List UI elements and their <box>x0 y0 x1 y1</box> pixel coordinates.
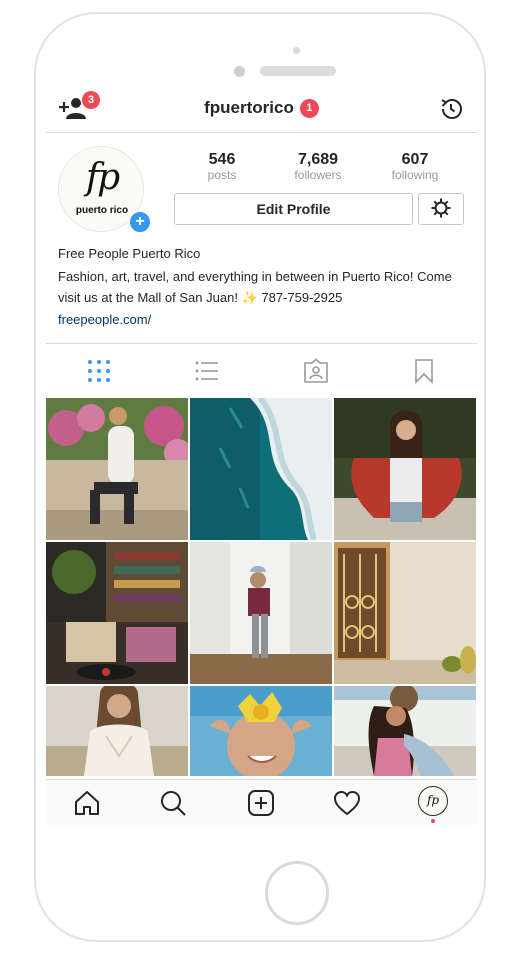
grid-post[interactable] <box>46 398 188 540</box>
grid-post[interactable] <box>46 686 188 776</box>
post-image <box>46 686 188 776</box>
username-notification-badge: 1 <box>299 99 319 118</box>
avatar-logo-script: fp <box>85 157 120 198</box>
phone-home-button[interactable] <box>265 861 329 925</box>
profile-view-tabs <box>46 343 477 397</box>
stat-posts-label: posts <box>207 168 237 182</box>
grid-post[interactable] <box>190 686 332 776</box>
app-screen: 3 fpuertorico 1 fp puerto rico + 546 post… <box>46 88 477 825</box>
heart-icon[interactable] <box>332 788 362 818</box>
top-bar: 3 fpuertorico 1 <box>46 88 477 133</box>
bio-name: Free People Puerto Rico <box>58 246 201 261</box>
grid-post[interactable] <box>46 542 188 684</box>
profile-tab-indicator <box>431 819 435 823</box>
post-image <box>334 686 476 776</box>
stat-followers[interactable]: 7,689 followers <box>278 150 358 182</box>
stat-posts[interactable]: 546 posts <box>182 150 262 182</box>
post-image <box>46 542 188 684</box>
profile-tab-avatar[interactable]: fp <box>418 786 448 816</box>
bio-website-link[interactable]: freepeople.com/ <box>58 312 151 327</box>
bottom-tab-bar: fp <box>46 779 477 825</box>
post-image <box>190 686 332 776</box>
grid-post[interactable] <box>334 398 476 540</box>
search-icon[interactable] <box>158 788 188 818</box>
username-text: fpuertorico <box>204 98 294 117</box>
grid-post[interactable] <box>190 398 332 540</box>
settings-button[interactable] <box>418 193 464 225</box>
post-image <box>334 542 476 684</box>
new-post-icon[interactable] <box>246 788 276 818</box>
grid-post[interactable] <box>334 686 476 776</box>
home-icon[interactable] <box>72 788 102 818</box>
tagged-icon[interactable] <box>303 358 329 384</box>
profile-username[interactable]: fpuertorico 1 <box>46 98 477 118</box>
stat-followers-value: 7,689 <box>297 151 339 168</box>
edit-profile-button[interactable]: Edit Profile <box>174 193 413 225</box>
stat-following-label: following <box>391 168 439 182</box>
grid-post[interactable] <box>334 542 476 684</box>
post-image <box>46 398 188 540</box>
post-image <box>190 542 332 684</box>
gear-icon <box>431 198 451 217</box>
phone-speaker <box>260 66 336 76</box>
history-icon[interactable] <box>438 96 464 122</box>
phone-camera <box>234 66 245 77</box>
grid-icon[interactable] <box>86 358 112 384</box>
add-story-button[interactable]: + <box>128 210 152 234</box>
bookmark-icon[interactable] <box>411 358 437 384</box>
stat-followers-label: followers <box>294 168 342 182</box>
post-image <box>334 398 476 540</box>
stat-following-value: 607 <box>401 151 429 168</box>
phone-sensor <box>293 47 300 54</box>
grid-post[interactable] <box>190 542 332 684</box>
stat-posts-value: 546 <box>208 151 236 168</box>
post-image <box>190 398 332 540</box>
bio-text: Fashion, art, travel, and everything in … <box>58 269 452 305</box>
list-icon[interactable] <box>194 358 220 384</box>
stat-following[interactable]: 607 following <box>375 150 455 182</box>
